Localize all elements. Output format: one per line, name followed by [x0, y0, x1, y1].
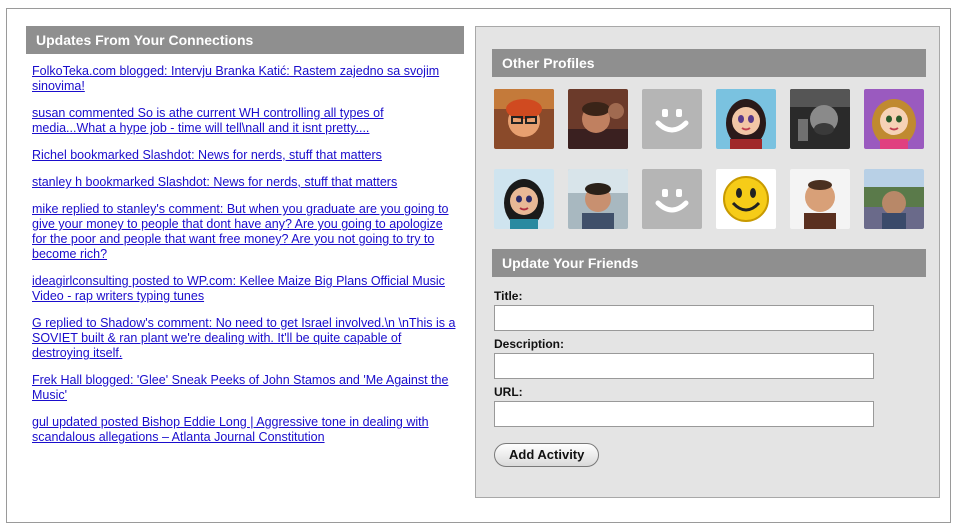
profile-avatar[interactable]	[642, 169, 702, 229]
feed-item[interactable]: stanley h bookmarked Slashdot: News for …	[26, 175, 458, 190]
profile-avatar[interactable]	[494, 89, 554, 149]
profile-avatar[interactable]	[642, 89, 702, 149]
feed-item[interactable]: Richel bookmarked Slashdot: News for ner…	[26, 148, 458, 163]
profile-avatar[interactable]	[864, 89, 924, 149]
activity-feed: FolkoTeka.com blogged: Intervju Branka K…	[26, 64, 464, 445]
feed-item[interactable]: FolkoTeka.com blogged: Intervju Branka K…	[26, 64, 458, 94]
profile-avatar[interactable]	[716, 89, 776, 149]
profile-avatar[interactable]	[494, 169, 554, 229]
add-activity-button[interactable]: Add Activity	[494, 443, 600, 467]
feed-item[interactable]: gul updated posted Bishop Eddie Long | A…	[26, 415, 458, 445]
sidebar-panel: Other Profiles Update Your Friends Title…	[475, 26, 940, 498]
title-label: Title:	[494, 289, 523, 303]
profile-avatar[interactable]	[716, 169, 776, 229]
update-friends-header: Update Your Friends	[492, 249, 926, 277]
feed-item[interactable]: ideagirlconsulting posted to WP.com: Kel…	[26, 274, 458, 304]
feed-item[interactable]: Frek Hall blogged: 'Glee' Sneak Peeks of…	[26, 373, 458, 403]
profile-avatar[interactable]	[568, 89, 628, 149]
profile-avatar[interactable]	[790, 169, 850, 229]
activity-form: Title: Description: URL: Add Activity	[494, 289, 924, 467]
connections-header: Updates From Your Connections	[26, 26, 464, 54]
title-input[interactable]	[494, 305, 874, 331]
feed-item[interactable]: G replied to Shadow's comment: No need t…	[26, 316, 458, 361]
connections-panel: Updates From Your Connections FolkoTeka.…	[26, 26, 464, 457]
description-input[interactable]	[494, 353, 874, 379]
feed-item[interactable]: susan commented So is athe current WH co…	[26, 106, 458, 136]
profile-avatar[interactable]	[790, 89, 850, 149]
feed-item[interactable]: mike replied to stanley's comment: But w…	[26, 202, 458, 262]
description-label: Description:	[494, 337, 565, 351]
profile-avatar[interactable]	[864, 169, 924, 229]
other-profiles-header: Other Profiles	[492, 49, 926, 77]
url-label: URL:	[494, 385, 523, 399]
profile-avatar[interactable]	[568, 169, 628, 229]
url-input[interactable]	[494, 401, 874, 427]
